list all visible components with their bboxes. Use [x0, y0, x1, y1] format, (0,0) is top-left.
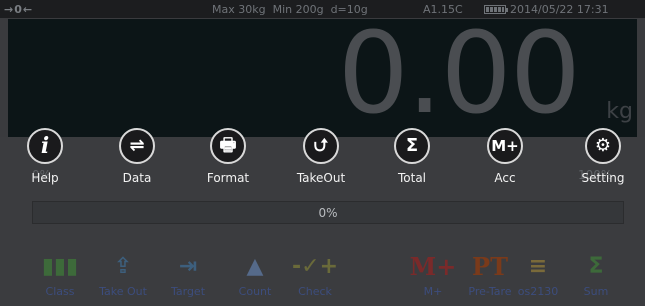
- function-target[interactable]: ⇥ Target: [158, 250, 218, 306]
- menu-item-label: Help: [31, 171, 59, 185]
- tray-out-icon: ⇪: [113, 254, 133, 279]
- popup-menu: i Help ⇌ Data 🖶 Format ⮍ TakeOut Σ Total M+ Acc ⚙ Set…: [0, 128, 645, 198]
- target-arrow-icon: ⇥: [178, 254, 198, 279]
- memory-plus-icon: M+: [487, 128, 523, 164]
- zero-indicator: →0←: [4, 3, 34, 16]
- function-label: Sum: [583, 285, 609, 298]
- menu-item-help[interactable]: i Help: [10, 128, 80, 188]
- menu-item-label: TakeOut: [296, 171, 346, 185]
- printer-icon: 🖶: [210, 128, 246, 164]
- menu-item-total[interactable]: Σ Total: [377, 128, 447, 188]
- menu-item-label: Format: [206, 171, 250, 185]
- weight-unit: kg: [606, 99, 633, 124]
- menu-item-label: Acc: [494, 171, 516, 185]
- sigma-icon: Σ: [588, 254, 604, 279]
- progress-bar: 0%: [32, 201, 624, 224]
- weight-value: 0.00: [337, 9, 581, 139]
- gear-icon: ⚙: [585, 128, 621, 164]
- menu-item-label: Data: [122, 171, 152, 185]
- menu-item-setting[interactable]: ⚙ Setting: [568, 128, 638, 188]
- data-arrows-icon: ⇌: [119, 128, 155, 164]
- progress-text: 0%: [318, 206, 338, 220]
- function-check[interactable]: -✓+ Check: [285, 250, 345, 306]
- function-label: Check: [298, 285, 332, 298]
- function-bar: ▮▮▮ Class ⇪ Take Out ⇥ Target ▲ Count -✓+ Check M+…: [0, 250, 645, 306]
- memory-plus-icon: M+: [409, 252, 457, 281]
- bar-chart-icon: ▮▮▮: [41, 254, 79, 279]
- function-sum[interactable]: Σ Sum: [566, 250, 626, 306]
- check-range-icon: -✓+: [292, 254, 338, 279]
- menu-item-label: Total: [397, 171, 427, 185]
- export-tray-icon: ⮍: [303, 128, 339, 164]
- scale-screen: →0← Max 30kg Min 200g d=10g A1.15C 2014/…: [0, 0, 645, 306]
- info-icon: i: [27, 128, 63, 164]
- weight-display: 0.00 kg: [8, 9, 637, 139]
- menu-item-takeout[interactable]: ⮍ TakeOut: [286, 128, 356, 188]
- printer-icon: ≡: [528, 254, 548, 279]
- sigma-icon: Σ: [394, 128, 430, 164]
- menu-item-acc[interactable]: M+ Acc: [470, 128, 540, 188]
- menu-item-format[interactable]: 🖶 Format: [193, 128, 263, 188]
- function-take-out[interactable]: ⇪ Take Out: [93, 250, 153, 306]
- function-class[interactable]: ▮▮▮ Class: [30, 250, 90, 306]
- menu-item-label: Setting: [581, 171, 625, 185]
- menu-item-data[interactable]: ⇌ Data: [102, 128, 172, 188]
- pyramid-icon: ▲: [246, 254, 264, 279]
